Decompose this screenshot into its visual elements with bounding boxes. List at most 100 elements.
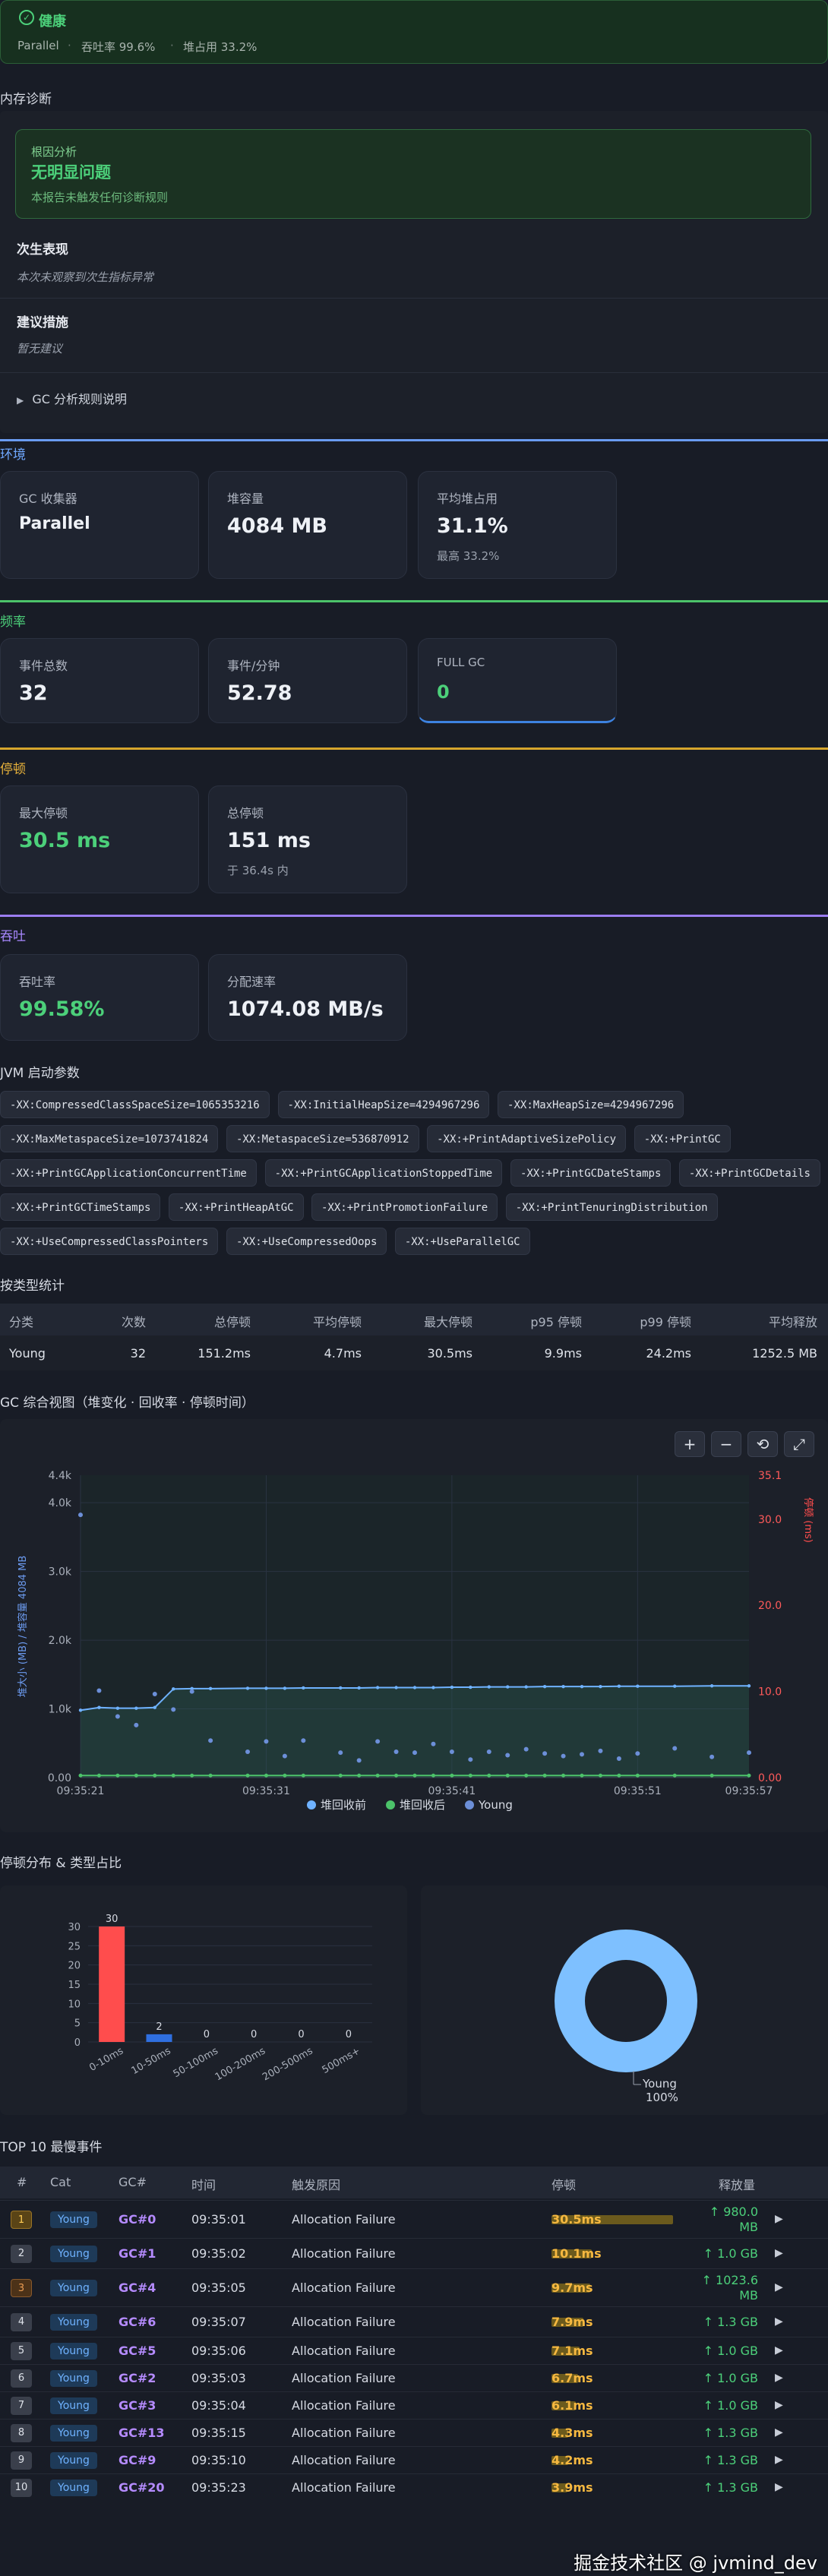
type-stats-cell: Young xyxy=(9,1346,46,1361)
young-pause-point xyxy=(598,1748,603,1753)
heap-after-point xyxy=(153,1773,157,1778)
expand-row-icon[interactable]: ▶ xyxy=(775,2454,783,2466)
bar-value-label: 2 xyxy=(156,2021,162,2033)
event-row[interactable]: 5 Young GC#5 09:35:06 Allocation Failure 7.1m… xyxy=(0,2337,828,2364)
event-time: 09:35:04 xyxy=(191,2398,246,2413)
event-gc-id[interactable]: GC#20 xyxy=(119,2480,165,2495)
heap-after-point xyxy=(487,1773,491,1778)
y2-tick-label: 35.1 xyxy=(758,1470,782,1482)
event-row[interactable]: 1 Young GC#0 09:35:01 Allocation Failure 30.5… xyxy=(0,2200,828,2238)
jvm-flag: -XX:+UseParallelGC xyxy=(394,1228,530,1255)
stat-card-full-gc: FULL GC 0 xyxy=(418,638,617,723)
stat-card-total-pause: 总停顿 151 ms 于 36.4s 内 xyxy=(208,785,407,893)
heap-before-point xyxy=(469,1685,472,1689)
type-stats-cell: 1252.5 MB xyxy=(752,1346,817,1361)
event-pause: 9.7ms xyxy=(551,2280,593,2295)
event-gc-id[interactable]: GC#6 xyxy=(119,2315,156,2329)
event-gc-id[interactable]: GC#13 xyxy=(119,2426,165,2440)
expand-row-icon[interactable]: ▶ xyxy=(775,2399,783,2411)
event-release: ↑ 1.3 GB xyxy=(703,2315,758,2329)
rules-toggle[interactable]: ▶ GC 分析规则说明 xyxy=(17,389,127,407)
event-gc-id[interactable]: GC#9 xyxy=(119,2453,156,2467)
type-stats-header: 最大停顿 xyxy=(423,1315,472,1329)
event-row[interactable]: 10 Young GC#20 09:35:23 Allocation Failure 3.… xyxy=(0,2473,828,2501)
type-stats-header: 平均停顿 xyxy=(312,1315,362,1329)
event-row[interactable]: 7 Young GC#3 09:35:04 Allocation Failure 6.1m… xyxy=(0,2391,828,2419)
heap-before-point xyxy=(487,1685,491,1689)
advice-desc: 暂无建议 xyxy=(17,342,63,356)
event-pause: 4.2ms xyxy=(551,2453,593,2467)
young-pause-point xyxy=(356,1758,362,1763)
young-pause-point xyxy=(115,1714,120,1719)
expand-row-icon[interactable]: ▶ xyxy=(775,2426,783,2439)
young-pause-point xyxy=(505,1753,510,1758)
jvm-flag: -XX:MetaspaceSize=536870912 xyxy=(226,1125,419,1152)
root-cause-value: 无明显问题 xyxy=(31,163,111,182)
event-row[interactable]: 6 Young GC#2 09:35:03 Allocation Failure 6.7m… xyxy=(0,2364,828,2391)
expand-row-icon[interactable]: ▶ xyxy=(775,2481,783,2493)
heap-after-point xyxy=(450,1773,454,1778)
heap-after-point xyxy=(394,1773,399,1778)
overview-chart: 4.4k 4.0k 3.0k 2.0k 1.0k 0.00 35.1 30.0 20.0 10.0… xyxy=(17,1470,814,1812)
event-cat-badge: Young xyxy=(50,2480,97,2496)
type-stats-cell: 9.9ms xyxy=(544,1346,582,1361)
health-collector: Parallel xyxy=(17,39,59,52)
young-pause-point xyxy=(245,1749,250,1754)
jvm-flag: -XX:+PrintGCDateStamps xyxy=(510,1159,672,1187)
jvm-flag: -XX:+PrintPromotionFailure xyxy=(311,1193,498,1221)
legend-swatch xyxy=(386,1800,395,1810)
expand-row-icon[interactable]: ▶ xyxy=(775,2213,783,2225)
event-row[interactable]: 9 Young GC#9 09:35:10 Allocation Failure 4.2m… xyxy=(0,2446,828,2473)
pause-dist-panel: 0 5 10 15 20 25 30 30 0-10ms 2 10-50ms 0 50-100ms 0 10… xyxy=(0,1885,407,2115)
young-pause-point xyxy=(523,1746,529,1752)
event-cause: Allocation Failure xyxy=(292,2426,396,2440)
event-row[interactable]: 2 Young GC#1 09:35:02 Allocation Failure 10.1… xyxy=(0,2238,828,2268)
bar-value-label: 0 xyxy=(346,2029,352,2040)
jvm-flag: -XX:MaxMetaspaceSize=1073741824 xyxy=(0,1125,219,1152)
event-gc-id[interactable]: GC#1 xyxy=(119,2246,156,2261)
expand-row-icon[interactable]: ▶ xyxy=(775,2315,783,2328)
expand-row-icon[interactable]: ▶ xyxy=(775,2247,783,2259)
heap-after-point xyxy=(672,1773,677,1778)
event-pause: 3.9ms xyxy=(551,2480,593,2495)
expand-row-icon[interactable]: ▶ xyxy=(775,2344,783,2356)
event-cat-badge: Young xyxy=(50,2211,97,2228)
young-pause-point xyxy=(152,1692,157,1697)
heap-before-point xyxy=(524,1685,528,1689)
caret-right-icon: ▶ xyxy=(17,395,24,406)
heap-before-point xyxy=(375,1686,380,1689)
young-pause-point xyxy=(635,1751,640,1756)
event-gc-id[interactable]: GC#2 xyxy=(119,2371,156,2385)
pie-label: Young xyxy=(642,2077,677,2091)
jvm-flag: -XX:+PrintTenuringDistribution xyxy=(505,1193,718,1221)
event-row[interactable]: 8 Young GC#13 09:35:15 Allocation Failure 4.3… xyxy=(0,2419,828,2446)
event-cause: Allocation Failure xyxy=(292,2246,396,2261)
x-tick-label: 09:35:21 xyxy=(57,1785,105,1797)
heap-after-point xyxy=(635,1773,640,1778)
heap-before-point xyxy=(78,1708,83,1712)
event-time: 09:35:02 xyxy=(191,2246,246,2261)
event-gc-id[interactable]: GC#4 xyxy=(119,2280,156,2295)
expand-row-icon[interactable]: ▶ xyxy=(775,2372,783,2384)
expand-row-icon[interactable]: ▶ xyxy=(775,2281,783,2293)
event-cause: Allocation Failure xyxy=(292,2280,396,2295)
event-rank: 7 xyxy=(11,2397,32,2415)
rules-toggle-label: GC 分析规则说明 xyxy=(32,392,127,406)
legend-label: 堆回收前 xyxy=(321,1798,366,1812)
y-tick-label: 1.0k xyxy=(49,1704,72,1716)
event-cat-badge: Young xyxy=(50,2280,97,2296)
young-pause-point xyxy=(375,1739,381,1744)
event-gc-id[interactable]: GC#0 xyxy=(119,2212,156,2227)
event-cat-badge: Young xyxy=(50,2246,97,2262)
root-cause-label: 根因分析 xyxy=(31,145,77,159)
legend-swatch xyxy=(307,1800,316,1810)
overview-chart-panel: + − ⟲ ⤢ 4.4k 4.0k 3.0k 2.0k 1.0k 0.00 35.1 30.0… xyxy=(0,1419,828,1832)
event-row[interactable]: 3 Young GC#4 09:35:05 Allocation Failure 9.7m… xyxy=(0,2268,828,2306)
stat-card-max-pause: 最大停顿 30.5 ms xyxy=(0,785,199,893)
pie-percent-label: 100% xyxy=(646,2091,678,2104)
heap-after-point xyxy=(357,1773,362,1778)
heap-after-point xyxy=(171,1773,175,1778)
event-row[interactable]: 4 Young GC#6 09:35:07 Allocation Failure 7.9m… xyxy=(0,2306,828,2337)
event-gc-id[interactable]: GC#5 xyxy=(119,2344,156,2358)
event-gc-id[interactable]: GC#3 xyxy=(119,2398,156,2413)
